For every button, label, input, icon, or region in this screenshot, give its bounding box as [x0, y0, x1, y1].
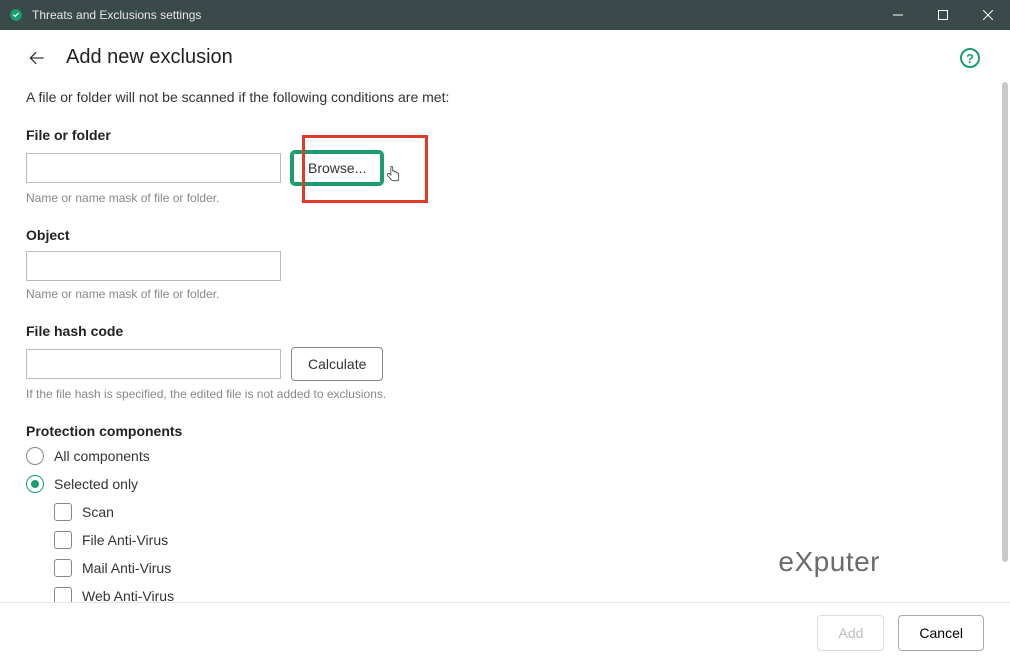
calculate-button[interactable]: Calculate: [291, 347, 383, 381]
file-or-folder-input[interactable]: [26, 153, 281, 183]
object-label: Object: [26, 227, 984, 243]
object-input[interactable]: [26, 251, 281, 281]
object-hint: Name or name mask of file or folder.: [26, 287, 984, 301]
radio-all-label: All components: [54, 448, 150, 464]
window-titlebar: Threats and Exclusions settings: [0, 0, 1010, 30]
checkbox-icon: [54, 531, 72, 549]
window-minimize-button[interactable]: [875, 0, 920, 30]
file-hash-section: File hash code Calculate If the file has…: [26, 323, 984, 401]
checkbox-label: Mail Anti-Virus: [82, 560, 171, 576]
browse-button[interactable]: Browse...: [291, 151, 383, 185]
page-header: Add new exclusion ?: [0, 30, 1010, 79]
cancel-button[interactable]: Cancel: [898, 615, 984, 651]
window-close-button[interactable]: [965, 0, 1010, 30]
protection-components-label: Protection components: [26, 423, 984, 439]
radio-icon: [26, 447, 44, 465]
checkbox-label: Scan: [82, 504, 114, 520]
back-button[interactable]: [26, 47, 48, 69]
intro-text: A file or folder will not be scanned if …: [26, 89, 984, 105]
file-or-folder-section: File or folder Browse... Name or name ma…: [26, 127, 984, 205]
form-scroll-area[interactable]: A file or folder will not be scanned if …: [0, 79, 1010, 602]
radio-selected-label: Selected only: [54, 476, 138, 492]
checkbox-icon: [54, 587, 72, 602]
app-shield-icon: [8, 7, 24, 23]
content-wrap: Add new exclusion ? A file or folder wil…: [0, 30, 1010, 663]
radio-selected-only[interactable]: Selected only: [26, 475, 984, 493]
cursor-pointer-icon: [384, 165, 402, 185]
checkbox-file-anti-virus[interactable]: File Anti-Virus: [54, 531, 984, 549]
file-or-folder-label: File or folder: [26, 127, 984, 143]
checkbox-label: Web Anti-Virus: [82, 588, 174, 602]
protection-components-section: Protection components All components Sel…: [26, 423, 984, 602]
object-section: Object Name or name mask of file or fold…: [26, 227, 984, 301]
checkbox-label: File Anti-Virus: [82, 532, 168, 548]
components-list: Scan File Anti-Virus Mail Anti-Virus Web…: [54, 503, 984, 602]
window-maximize-button[interactable]: [920, 0, 965, 30]
checkbox-mail-anti-virus[interactable]: Mail Anti-Virus: [54, 559, 984, 577]
file-hash-hint: If the file hash is specified, the edite…: [26, 387, 984, 401]
checkbox-web-anti-virus[interactable]: Web Anti-Virus: [54, 587, 984, 602]
file-hash-input[interactable]: [26, 349, 281, 379]
checkbox-icon: [54, 503, 72, 521]
footer-bar: Add Cancel: [0, 602, 1010, 663]
radio-all-components[interactable]: All components: [26, 447, 984, 465]
file-or-folder-hint: Name or name mask of file or folder.: [26, 191, 984, 205]
file-hash-label: File hash code: [26, 323, 984, 339]
page-title: Add new exclusion: [66, 46, 233, 69]
checkbox-scan[interactable]: Scan: [54, 503, 984, 521]
help-button[interactable]: ?: [960, 48, 980, 68]
window-title: Threats and Exclusions settings: [32, 8, 201, 22]
add-button[interactable]: Add: [817, 615, 884, 651]
radio-icon: [26, 475, 44, 493]
scrollbar[interactable]: [1002, 82, 1008, 622]
checkbox-icon: [54, 559, 72, 577]
